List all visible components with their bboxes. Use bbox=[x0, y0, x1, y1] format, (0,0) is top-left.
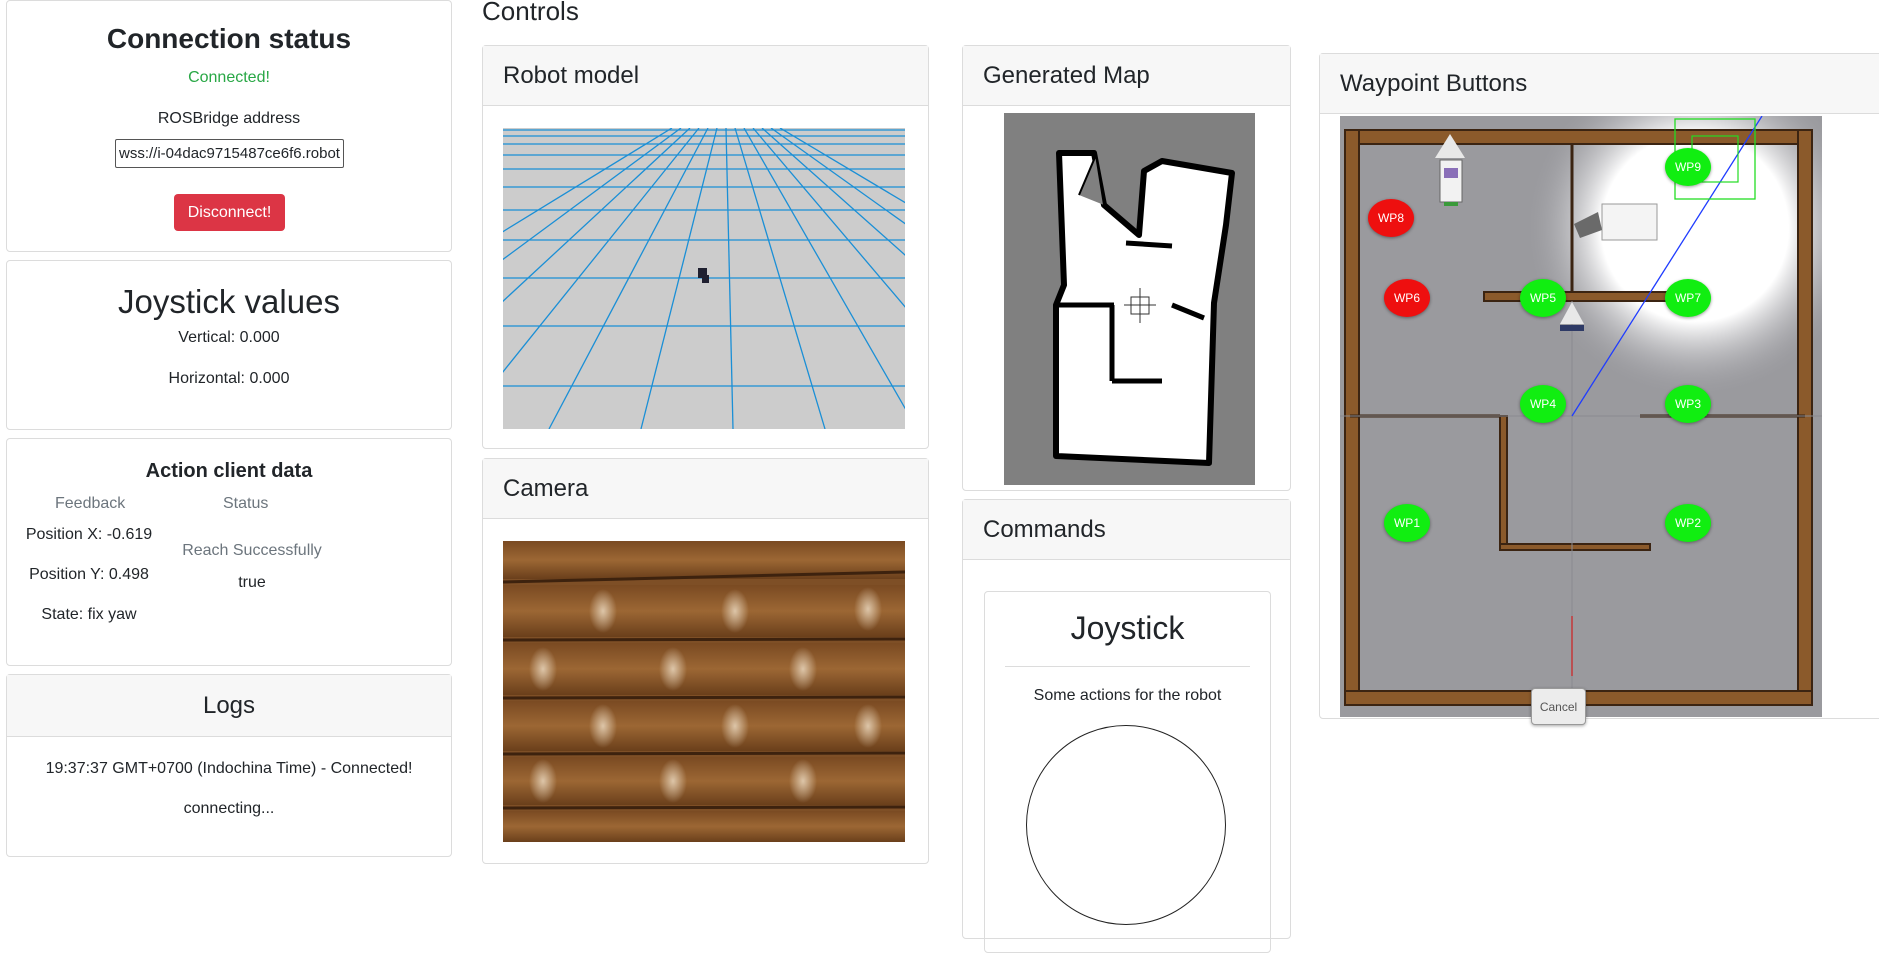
generated-map-card: Generated Map bbox=[962, 45, 1291, 491]
gazebo-world-view bbox=[1340, 116, 1822, 717]
waypoint-button-wp4[interactable]: WP4 bbox=[1520, 385, 1566, 423]
waypoint-button-wp5[interactable]: WP5 bbox=[1520, 279, 1566, 317]
waypoint-button-wp8[interactable]: WP8 bbox=[1368, 199, 1414, 237]
waypoint-buttons-title: Waypoint Buttons bbox=[1320, 54, 1879, 114]
feedback-header: Feedback bbox=[55, 495, 126, 512]
waypoint-button-wp7[interactable]: WP7 bbox=[1665, 279, 1711, 317]
waypoint-button-wp1[interactable]: WP1 bbox=[1384, 504, 1430, 542]
joystick-pad[interactable] bbox=[1026, 725, 1226, 925]
waypoint-button-wp2[interactable]: WP2 bbox=[1665, 504, 1711, 542]
commands-title: Commands bbox=[963, 500, 1290, 560]
waypoint-button-wp3[interactable]: WP3 bbox=[1665, 385, 1711, 423]
action-client-card: Action client data Feedback Status Posit… bbox=[6, 438, 452, 666]
generated-map-title: Generated Map bbox=[963, 46, 1290, 106]
joystick-subtitle: Some actions for the robot bbox=[1033, 687, 1222, 704]
waypoint-button-wp6[interactable]: WP6 bbox=[1384, 279, 1430, 317]
connection-status-text: Connected! bbox=[188, 69, 270, 86]
cancel-button[interactable]: Cancel bbox=[1531, 688, 1586, 725]
joystick-panel: Joystick Some actions for the robot bbox=[984, 591, 1271, 953]
camera-title: Camera bbox=[483, 459, 928, 519]
position-x: Position X: -0.619 bbox=[25, 526, 153, 543]
action-client-title: Action client data bbox=[145, 460, 313, 482]
rosbridge-address-input[interactable] bbox=[115, 139, 344, 168]
status-value: true bbox=[238, 574, 266, 591]
waypoint-button-wp9[interactable]: WP9 bbox=[1665, 148, 1711, 186]
state-value: State: fix yaw bbox=[41, 606, 137, 623]
joystick-values-card: Joystick values Vertical: 0.000 Horizont… bbox=[6, 260, 452, 430]
log-entry: 19:37:37 GMT+0700 (Indochina Time) - Con… bbox=[45, 760, 413, 777]
robot-model-viewer[interactable] bbox=[503, 128, 905, 429]
joystick-values-title: Joystick values bbox=[118, 283, 340, 320]
horizontal-value: Horizontal: 0.000 bbox=[168, 370, 290, 387]
vertical-value: Vertical: 0.000 bbox=[178, 329, 280, 346]
commands-card: Commands Joystick Some actions for the r… bbox=[962, 499, 1291, 953]
robot-model-card: Robot model bbox=[482, 45, 929, 449]
logs-card: Logs 19:37:37 GMT+0700 (Indochina Time) … bbox=[6, 674, 452, 857]
logs-title: Logs bbox=[7, 675, 451, 737]
joystick-title: Joystick bbox=[1070, 610, 1185, 646]
connection-status-title: Connection status bbox=[106, 23, 352, 54]
connection-status-card: Connection status Connected! ROSBridge a… bbox=[6, 0, 452, 252]
robot-model-title: Robot model bbox=[483, 46, 928, 106]
status-header: Status bbox=[223, 495, 269, 512]
camera-feed bbox=[503, 541, 905, 842]
position-y: Position Y: 0.498 bbox=[29, 566, 149, 583]
camera-card: Camera bbox=[482, 458, 929, 864]
waypoint-buttons-card: Waypoint Buttons WP1 WP2 WP3 WP4 WP5 WP6… bbox=[1319, 53, 1879, 725]
log-entry: connecting... bbox=[183, 800, 275, 817]
occupancy-map[interactable] bbox=[1004, 113, 1255, 485]
rosbridge-address-label: ROSBridge address bbox=[157, 110, 301, 127]
controls-title: Controls bbox=[482, 0, 579, 26]
divider bbox=[1005, 666, 1250, 667]
status-label: Reach Successfully bbox=[182, 542, 322, 559]
disconnect-button[interactable]: Disconnect! bbox=[174, 194, 285, 231]
